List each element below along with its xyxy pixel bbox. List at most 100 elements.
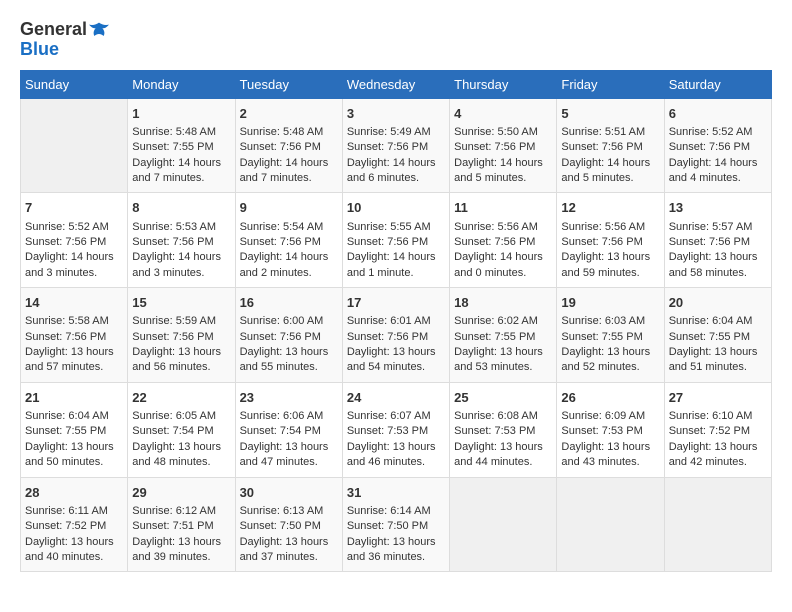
day-info: Daylight: 14 hours xyxy=(25,250,123,265)
day-info: Sunrise: 5:58 AM xyxy=(25,314,123,329)
calendar-cell: 17Sunrise: 6:01 AMSunset: 7:56 PMDayligh… xyxy=(342,288,449,383)
page-header: General Blue xyxy=(20,20,772,60)
day-info: and 40 minutes. xyxy=(25,550,123,565)
day-number: 23 xyxy=(240,389,338,407)
day-info: Sunrise: 6:12 AM xyxy=(132,504,230,519)
day-number: 4 xyxy=(454,105,552,123)
column-header-monday: Monday xyxy=(128,70,235,98)
calendar-cell: 1Sunrise: 5:48 AMSunset: 7:55 PMDaylight… xyxy=(128,98,235,193)
calendar-cell: 29Sunrise: 6:12 AMSunset: 7:51 PMDayligh… xyxy=(128,477,235,572)
day-number: 16 xyxy=(240,294,338,312)
day-info: Sunset: 7:50 PM xyxy=(240,519,338,534)
calendar-table: SundayMondayTuesdayWednesdayThursdayFrid… xyxy=(20,70,772,573)
day-info: Sunset: 7:56 PM xyxy=(454,140,552,155)
day-info: Sunset: 7:56 PM xyxy=(561,140,659,155)
day-info: Sunrise: 6:02 AM xyxy=(454,314,552,329)
logo: General Blue xyxy=(20,20,109,60)
day-info: Sunset: 7:56 PM xyxy=(561,235,659,250)
day-info: Daylight: 13 hours xyxy=(240,345,338,360)
calendar-cell: 14Sunrise: 5:58 AMSunset: 7:56 PMDayligh… xyxy=(21,288,128,383)
calendar-cell: 4 Sunrise: 5:50 AMSunset: 7:56 PMDaylight… xyxy=(450,98,557,193)
day-number: 1 xyxy=(132,105,230,123)
day-info: Sunrise: 5:50 AM xyxy=(454,125,552,140)
day-info: and 44 minutes. xyxy=(454,455,552,470)
day-info: Sunrise: 5:48 AM xyxy=(132,125,230,140)
day-info: Sunrise: 5:54 AM xyxy=(240,220,338,235)
day-info: Daylight: 14 hours xyxy=(347,250,445,265)
calendar-cell: 9Sunrise: 5:54 AMSunset: 7:56 PMDaylight… xyxy=(235,193,342,288)
day-number: 10 xyxy=(347,199,445,217)
day-info: Sunset: 7:56 PM xyxy=(669,140,767,155)
day-info: and 4 minutes. xyxy=(669,171,767,186)
day-info: and 2 minutes. xyxy=(240,266,338,281)
day-info: and 6 minutes. xyxy=(347,171,445,186)
day-info: Sunrise: 5:51 AM xyxy=(561,125,659,140)
day-info: Daylight: 13 hours xyxy=(561,345,659,360)
day-info: Sunrise: 5:52 AM xyxy=(25,220,123,235)
day-info: Sunset: 7:56 PM xyxy=(347,140,445,155)
day-info: Daylight: 13 hours xyxy=(132,440,230,455)
column-header-wednesday: Wednesday xyxy=(342,70,449,98)
day-info: Daylight: 13 hours xyxy=(240,535,338,550)
calendar-cell: 13Sunrise: 5:57 AMSunset: 7:56 PMDayligh… xyxy=(664,193,771,288)
day-info: Daylight: 13 hours xyxy=(454,440,552,455)
calendar-cell: 10Sunrise: 5:55 AMSunset: 7:56 PMDayligh… xyxy=(342,193,449,288)
day-number: 3 xyxy=(347,105,445,123)
week-row-4: 21Sunrise: 6:04 AMSunset: 7:55 PMDayligh… xyxy=(21,382,772,477)
week-row-1: 1Sunrise: 5:48 AMSunset: 7:55 PMDaylight… xyxy=(21,98,772,193)
day-number: 5 xyxy=(561,105,659,123)
day-info: and 52 minutes. xyxy=(561,360,659,375)
calendar-cell xyxy=(664,477,771,572)
day-number: 6 xyxy=(669,105,767,123)
day-info: Sunset: 7:54 PM xyxy=(132,424,230,439)
day-info: Sunrise: 6:11 AM xyxy=(25,504,123,519)
day-info: Daylight: 13 hours xyxy=(132,345,230,360)
calendar-cell: 2Sunrise: 5:48 AMSunset: 7:56 PMDaylight… xyxy=(235,98,342,193)
day-info: Sunset: 7:53 PM xyxy=(347,424,445,439)
day-info: Daylight: 14 hours xyxy=(669,156,767,171)
day-info: Sunrise: 6:05 AM xyxy=(132,409,230,424)
day-info: Sunset: 7:56 PM xyxy=(454,235,552,250)
week-row-3: 14Sunrise: 5:58 AMSunset: 7:56 PMDayligh… xyxy=(21,288,772,383)
day-info: Sunrise: 6:09 AM xyxy=(561,409,659,424)
logo-bird-icon xyxy=(89,21,109,39)
day-info: Sunset: 7:55 PM xyxy=(669,330,767,345)
day-info: Daylight: 14 hours xyxy=(132,156,230,171)
day-info: Daylight: 13 hours xyxy=(669,345,767,360)
day-number: 26 xyxy=(561,389,659,407)
day-info: Sunrise: 5:56 AM xyxy=(454,220,552,235)
calendar-cell xyxy=(21,98,128,193)
day-info: and 1 minute. xyxy=(347,266,445,281)
column-header-saturday: Saturday xyxy=(664,70,771,98)
day-info: Sunrise: 6:06 AM xyxy=(240,409,338,424)
calendar-cell: 24Sunrise: 6:07 AMSunset: 7:53 PMDayligh… xyxy=(342,382,449,477)
logo-blue: Blue xyxy=(20,39,59,59)
day-info: Sunrise: 6:03 AM xyxy=(561,314,659,329)
day-info: and 7 minutes. xyxy=(132,171,230,186)
day-number: 31 xyxy=(347,484,445,502)
day-info: Sunrise: 6:04 AM xyxy=(25,409,123,424)
day-info: Sunset: 7:55 PM xyxy=(454,330,552,345)
day-info: Sunrise: 6:04 AM xyxy=(669,314,767,329)
calendar-cell: 18Sunrise: 6:02 AMSunset: 7:55 PMDayligh… xyxy=(450,288,557,383)
calendar-cell: 19Sunrise: 6:03 AMSunset: 7:55 PMDayligh… xyxy=(557,288,664,383)
day-info: Daylight: 14 hours xyxy=(454,156,552,171)
day-number: 27 xyxy=(669,389,767,407)
day-info: and 53 minutes. xyxy=(454,360,552,375)
day-info: Daylight: 13 hours xyxy=(669,250,767,265)
day-info: and 37 minutes. xyxy=(240,550,338,565)
day-info: Sunset: 7:56 PM xyxy=(25,235,123,250)
day-info: Sunrise: 6:01 AM xyxy=(347,314,445,329)
day-info: Daylight: 13 hours xyxy=(347,345,445,360)
day-info: Sunrise: 5:53 AM xyxy=(132,220,230,235)
day-info: and 46 minutes. xyxy=(347,455,445,470)
day-number: 19 xyxy=(561,294,659,312)
day-info: Daylight: 13 hours xyxy=(669,440,767,455)
day-info: and 51 minutes. xyxy=(669,360,767,375)
day-info: Sunset: 7:53 PM xyxy=(561,424,659,439)
calendar-cell: 25Sunrise: 6:08 AMSunset: 7:53 PMDayligh… xyxy=(450,382,557,477)
column-header-thursday: Thursday xyxy=(450,70,557,98)
day-number: 8 xyxy=(132,199,230,217)
calendar-cell: 20Sunrise: 6:04 AMSunset: 7:55 PMDayligh… xyxy=(664,288,771,383)
calendar-cell xyxy=(450,477,557,572)
